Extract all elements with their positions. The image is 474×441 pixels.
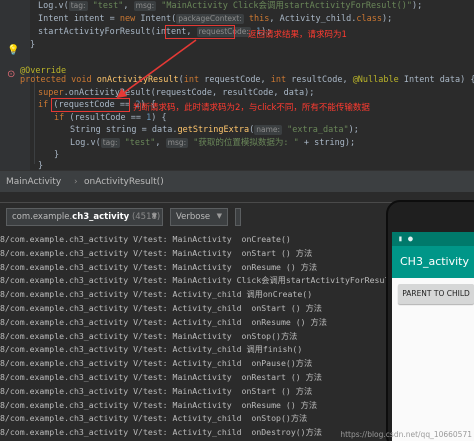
log-level-select[interactable]: Verbose ▼ <box>170 208 228 226</box>
code-editor[interactable]: 💡 ⊙ Log.v(tag: "test", msg: "MainActivit… <box>0 0 474 170</box>
request-code-highlight-box <box>165 25 235 39</box>
code-line: Log.v(tag: "test", msg: "MainActivity Cl… <box>38 1 423 11</box>
log-line: 8/com.example.ch3_activity V/test: Activ… <box>0 289 313 300</box>
annotation-result-note: 返回请求结果，请求码为1 <box>248 30 347 40</box>
override-marker-icon[interactable]: ⊙ <box>7 69 15 80</box>
log-line: 8/com.example.ch3_activity V/test: Activ… <box>0 427 322 438</box>
code-line: protected void onActivityResult(int requ… <box>20 75 474 85</box>
log-line: 8/com.example.ch3_activity V/test: Activ… <box>0 303 322 313</box>
breadcrumb-class[interactable]: MainActivity <box>6 177 61 187</box>
log-line: 8/com.example.ch3_activity V/test: MainA… <box>0 234 291 244</box>
chevron-down-icon: ▼ <box>151 212 157 220</box>
sd-card-icon: ▮ <box>398 234 403 243</box>
log-line: 8/com.example.ch3_activity V/test: MainA… <box>0 247 313 258</box>
process-select[interactable]: com.example.ch3_activity (4518) ▼ <box>6 208 163 226</box>
record-icon: ● <box>408 234 413 243</box>
log-line: 8/com.example.ch3_activity V/test: MainA… <box>0 385 313 396</box>
phone-emulator: ▮ ● CH3_activity PARENT TO CHILD <box>386 200 474 441</box>
request-code-check-highlight-box <box>51 98 130 112</box>
annotation-judge-note: 判断请求码，此时请求码为2，与click不同，所有不能传输数据 <box>133 103 370 113</box>
process-name: ch3_activity <box>72 212 130 222</box>
watermark: https://blog.csdn.net/qq_10660571 <box>340 430 472 439</box>
code-line: } <box>30 40 36 50</box>
search-field-edge[interactable] <box>235 208 241 226</box>
log-line: 8/com.example.ch3_activity V/test: Activ… <box>0 358 313 369</box>
log-line: 8/com.example.ch3_activity V/test: MainA… <box>0 372 322 382</box>
log-line: 8/com.example.ch3_activity V/test: MainA… <box>0 261 318 272</box>
code-line: String string = data.getStringExtra(name… <box>70 125 359 135</box>
bulb-icon[interactable]: 💡 <box>7 45 19 56</box>
log-line: 8/com.example.ch3_activity V/test: MainA… <box>0 399 318 410</box>
app-title: CH3_activity <box>400 255 469 268</box>
log-level-value: Verbose <box>176 212 211 222</box>
breadcrumb: MainActivity › onActivityResult() <box>0 170 474 192</box>
parent-to-child-button[interactable]: PARENT TO CHILD <box>398 284 474 304</box>
log-line: 8/com.example.ch3_activity V/test: MainA… <box>0 275 405 286</box>
chevron-down-icon: ▼ <box>216 212 222 220</box>
breadcrumb-method[interactable]: onActivityResult() <box>84 177 164 187</box>
status-bar: ▮ ● <box>392 232 474 246</box>
process-prefix: com.example. <box>12 212 73 222</box>
log-line: 8/com.example.ch3_activity V/test: Activ… <box>0 413 308 424</box>
code-line: Log.v(tag: "test", msg: "获取的位置模拟数据为: " +… <box>70 138 356 148</box>
log-line: 8/com.example.ch3_activity V/test: MainA… <box>0 330 298 341</box>
app-bar: CH3_activity <box>392 246 474 278</box>
log-line: 8/com.example.ch3_activity V/test: Activ… <box>0 344 303 355</box>
app-screen: PARENT TO CHILD <box>392 278 474 441</box>
code-line: } <box>54 150 60 160</box>
chevron-right-icon: › <box>74 177 78 187</box>
log-line: 8/com.example.ch3_activity V/test: Activ… <box>0 316 327 327</box>
code-line: } <box>38 161 44 170</box>
code-line: startActivityForResult(intent, requestCo… <box>38 27 272 37</box>
